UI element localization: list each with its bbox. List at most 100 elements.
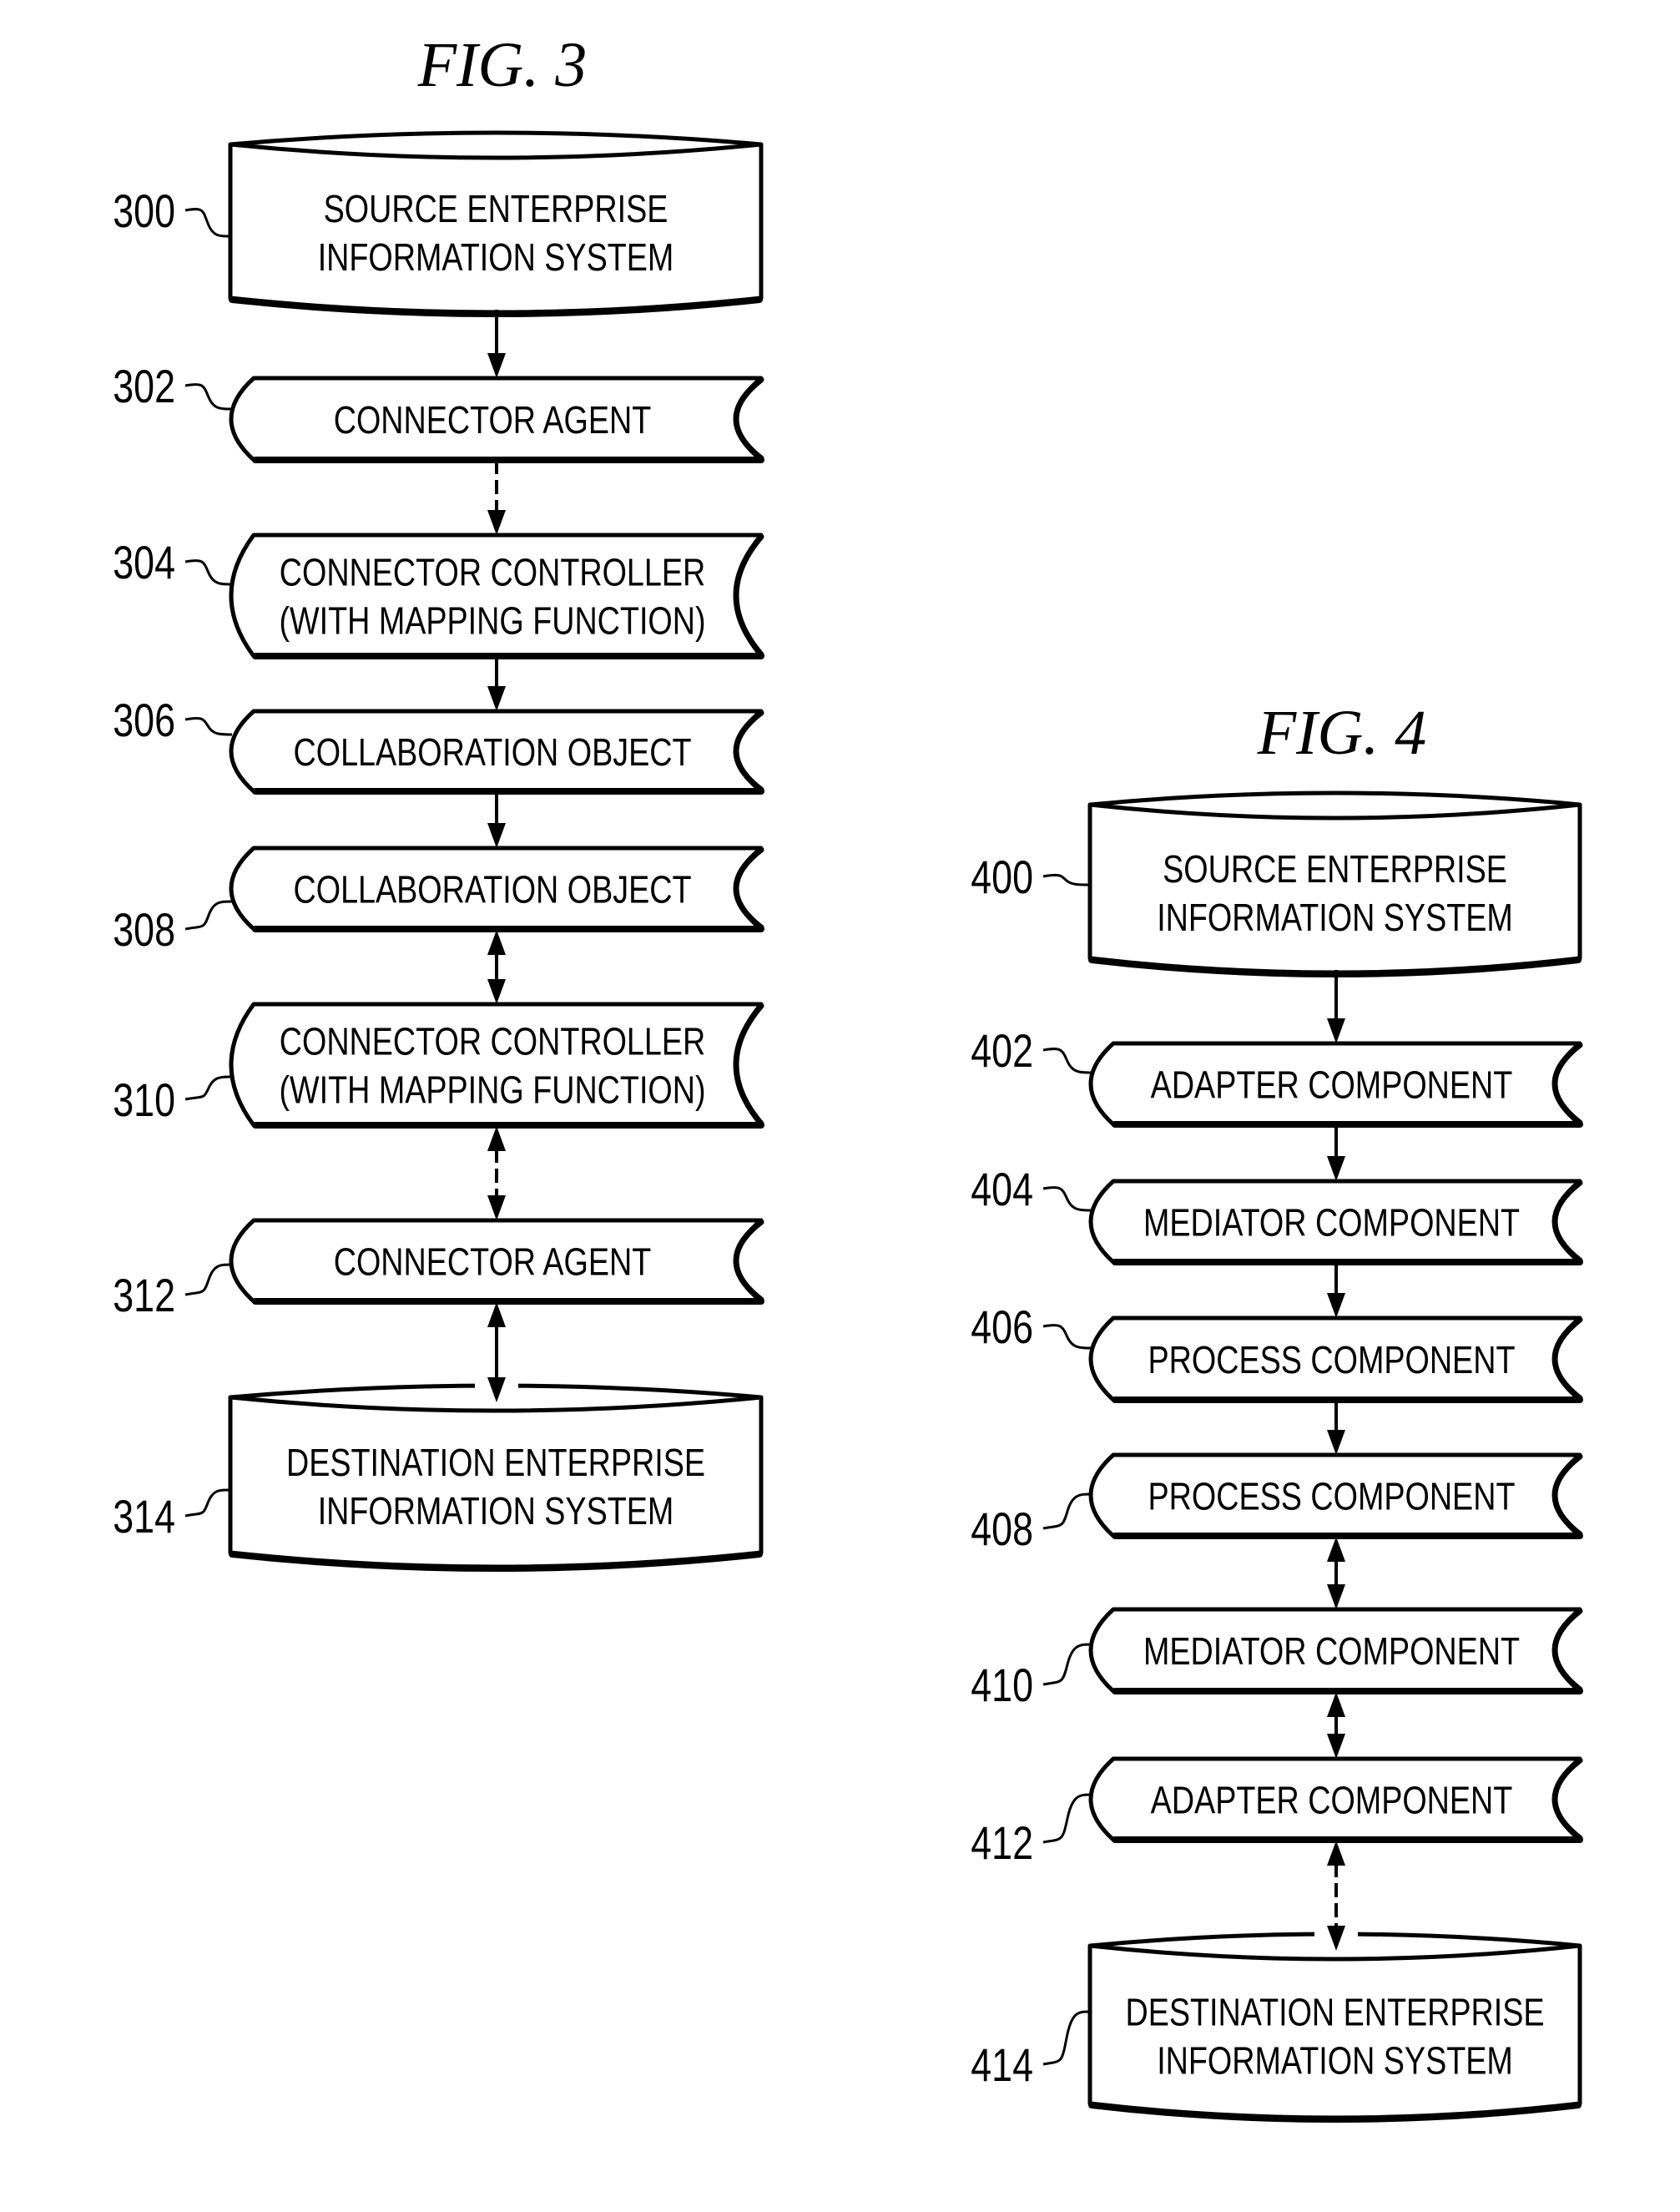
node-310: CONNECTOR CONTROLLER (WITH MAPPING FUNCTI… [113, 1002, 764, 1129]
ref-numeral-400: 400 [971, 851, 1033, 903]
leader-line-402 [1042, 1048, 1092, 1074]
ref-numeral-308: 308 [113, 903, 175, 956]
node-404-text-line: MEDIATOR COMPONENT [1143, 1201, 1520, 1244]
ref-numeral-412: 412 [971, 1816, 1033, 1869]
arrowhead-down-icon [487, 686, 506, 711]
node-308-text-line: COLLABORATION OBJECT [294, 868, 692, 911]
ref-numeral-306: 306 [113, 694, 175, 746]
node-412-text-line: ADAPTER COMPONENT [1151, 1779, 1513, 1821]
connector-312-314 [475, 1302, 518, 1402]
arrowhead-down-icon [1327, 1584, 1345, 1609]
connector-406-408 [1327, 1400, 1345, 1455]
node-410-text-line: MEDIATOR COMPONENT [1143, 1629, 1520, 1672]
node-404: MEDIATOR COMPONENT 404 [971, 1163, 1583, 1265]
figure-4-title: FIG. 4 [1257, 698, 1427, 768]
ref-numeral-312: 312 [113, 1269, 175, 1321]
arrowhead-down-icon [487, 353, 506, 378]
arrowhead-up-icon [487, 930, 506, 955]
connector-308-310 [487, 930, 506, 1004]
node-306-text-line: COLLABORATION OBJECT [294, 730, 692, 773]
node-402: ADAPTER COMPONENT 402 [971, 1024, 1583, 1128]
node-314-text-line: DESTINATION ENTERPRISE [286, 1441, 705, 1483]
leader-line-404 [1042, 1186, 1092, 1212]
leader-line-308 [184, 900, 233, 931]
ref-numeral-408: 408 [971, 1502, 1033, 1555]
node-300: SOURCE ENTERPRISE INFORMATION SYSTEM 300 [113, 130, 764, 317]
ref-numeral-404: 404 [971, 1163, 1033, 1215]
connector-400-402 [1327, 970, 1345, 1043]
node-408-text-line: PROCESS COMPONENT [1148, 1475, 1516, 1518]
node-302: CONNECTOR AGENT 302 [113, 360, 764, 463]
connector-404-406 [1327, 1262, 1345, 1318]
node-308: COLLABORATION OBJECT 308 [113, 846, 764, 956]
arrowhead-up-icon [1327, 1692, 1345, 1717]
node-414-text-line: DESTINATION ENTERPRISE [1125, 1991, 1544, 2033]
ref-numeral-310: 310 [113, 1073, 175, 1126]
arrowhead-down-icon [1327, 1156, 1345, 1181]
arrowhead-down-icon [487, 510, 506, 535]
node-312-text-line: CONNECTOR AGENT [334, 1240, 652, 1283]
figure-4: FIG. 4 SOURCE ENTERPRISE INFORMATION SYST… [971, 698, 1583, 2123]
node-302-text-line: CONNECTOR AGENT [334, 398, 652, 441]
arrowhead-down-icon [1327, 1734, 1345, 1759]
arrowhead-down-icon [1327, 1430, 1345, 1455]
node-410: MEDIATOR COMPONENT 410 [971, 1607, 1583, 1711]
figure-3-title: FIG. 3 [417, 30, 588, 100]
leader-line-306 [184, 716, 233, 736]
node-304-text-line: CONNECTOR CONTROLLER [280, 551, 705, 593]
connector-310-312 [487, 1126, 506, 1220]
ref-numeral-314: 314 [113, 1490, 175, 1543]
connector-302-304 [487, 460, 506, 535]
node-314: DESTINATION ENTERPRISE INFORMATION SYSTEM… [113, 1383, 764, 1572]
connector-300-302 [487, 310, 506, 378]
connector-304-306 [487, 656, 506, 711]
leader-line-310 [184, 1075, 233, 1101]
leader-line-408 [1042, 1492, 1092, 1530]
leader-line-414 [1042, 2010, 1091, 2066]
leader-line-300 [184, 208, 231, 238]
arrowhead-up-icon [487, 1302, 506, 1327]
node-304: CONNECTOR CONTROLLER (WITH MAPPING FUNCTI… [113, 533, 764, 659]
ref-numeral-402: 402 [971, 1024, 1033, 1077]
leader-line-314 [184, 1488, 231, 1518]
node-402-text-line: ADAPTER COMPONENT [1151, 1063, 1513, 1106]
ref-numeral-414: 414 [971, 2038, 1033, 2091]
arrowhead-down-icon [487, 823, 506, 848]
arrowhead-up-icon [1327, 1537, 1345, 1562]
node-406: PROCESS COMPONENT 406 [971, 1300, 1583, 1403]
leader-line-412 [1042, 1793, 1092, 1844]
ref-numeral-406: 406 [971, 1300, 1033, 1353]
node-400: SOURCE ENTERPRISE INFORMATION SYSTEM 400 [971, 790, 1582, 977]
node-300-text-line: INFORMATION SYSTEM [318, 235, 674, 278]
connector-306-308 [487, 791, 506, 848]
leader-line-410 [1042, 1643, 1092, 1686]
connector-402-404 [1327, 1124, 1345, 1181]
node-306: COLLABORATION OBJECT 306 [113, 694, 764, 795]
node-414: DESTINATION ENTERPRISE INFORMATION SYSTEM… [971, 1932, 1582, 2123]
leader-line-406 [1042, 1324, 1092, 1350]
arrowhead-down-icon [487, 1195, 506, 1220]
node-310-text-line: (WITH MAPPING FUNCTION) [279, 1068, 705, 1111]
arrowhead-up-icon [487, 1126, 506, 1151]
node-314-text-line: INFORMATION SYSTEM [318, 1489, 674, 1532]
patent-drawing-sheet: FIG. 3 SOURCE ENTERPRISE INFORMATION SYST… [113, 30, 1583, 2123]
ref-numeral-410: 410 [971, 1659, 1033, 1711]
node-414-text-line: INFORMATION SYSTEM [1157, 2039, 1513, 2082]
node-400-text-line: INFORMATION SYSTEM [1157, 896, 1513, 938]
arrowhead-down-icon [487, 979, 506, 1004]
leader-line-312 [184, 1263, 233, 1296]
arrowhead-down-icon [1327, 1018, 1345, 1043]
node-400-text-line: SOURCE ENTERPRISE [1163, 847, 1507, 890]
leader-line-304 [184, 559, 233, 586]
node-408: PROCESS COMPONENT 408 [971, 1452, 1583, 1555]
connector-410-412 [1327, 1692, 1345, 1759]
arrowhead-up-icon [1327, 1841, 1345, 1866]
figure-3: FIG. 3 SOURCE ENTERPRISE INFORMATION SYST… [113, 30, 764, 1572]
node-310-text-line: CONNECTOR CONTROLLER [280, 1020, 705, 1063]
ref-numeral-304: 304 [113, 536, 175, 588]
node-406-text-line: PROCESS COMPONENT [1148, 1338, 1516, 1381]
node-312: CONNECTOR AGENT 312 [113, 1218, 764, 1321]
ref-numeral-300: 300 [113, 184, 175, 237]
node-304-text-line: (WITH MAPPING FUNCTION) [279, 599, 705, 642]
node-412: ADAPTER COMPONENT 412 [971, 1756, 1583, 1869]
